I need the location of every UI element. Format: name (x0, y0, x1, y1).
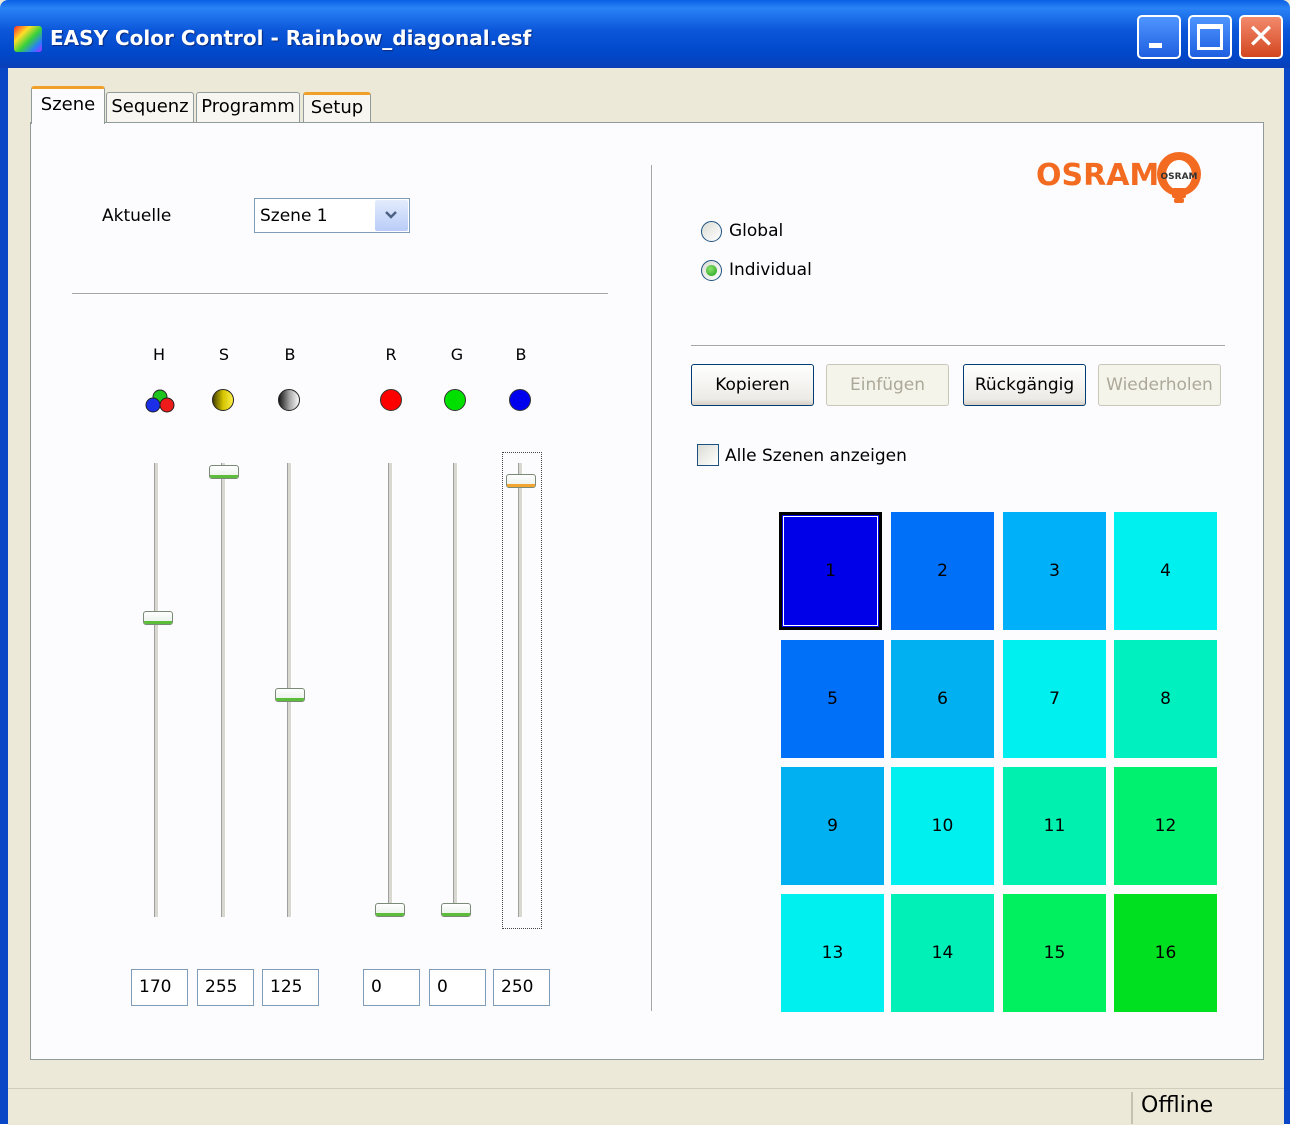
show-all-scenes-label: Alle Szenen anzeigen (725, 446, 907, 466)
close-icon: ✕ (1246, 17, 1276, 57)
maximize-button[interactable] (1188, 15, 1232, 59)
title-bar[interactable]: EASY Color Control - Rainbow_diagonal.es… (0, 0, 1290, 68)
scene-tile-1[interactable]: 1 (779, 512, 882, 630)
current-scene-value: Szene 1 (260, 206, 328, 226)
svg-text:OSRAM: OSRAM (1161, 172, 1198, 182)
scene-tile-2[interactable]: 2 (891, 512, 994, 630)
window-title: EASY Color Control - Rainbow_diagonal.es… (50, 26, 532, 50)
tab-szene[interactable]: Szene (31, 86, 105, 124)
copy-button[interactable]: Kopieren (691, 364, 814, 406)
tab-sequenz[interactable]: Sequenz (106, 92, 194, 122)
brightness-icon (278, 389, 300, 411)
hue-icon (145, 389, 175, 413)
blue-slider-thumb[interactable] (506, 474, 536, 488)
connection-status: Offline (1141, 1093, 1214, 1118)
scene-tile-10[interactable]: 10 (891, 767, 994, 885)
status-separator (1131, 1092, 1133, 1124)
individual-radio[interactable] (701, 260, 722, 281)
panel-divider (651, 165, 653, 1011)
red-icon (380, 389, 402, 411)
app-icon (14, 26, 42, 52)
channel-label-g: G (450, 345, 464, 364)
channel-label-s: S (218, 345, 230, 364)
window-frame-left (0, 68, 8, 1124)
brightness-slider-thumb[interactable] (275, 688, 305, 702)
scene-tile-3[interactable]: 3 (1003, 512, 1106, 630)
scene-tile-7[interactable]: 7 (1003, 640, 1106, 758)
saturation-value-field[interactable]: 255 (197, 969, 254, 1006)
blue-value-field[interactable]: 250 (493, 969, 550, 1006)
current-scene-label: Aktuelle (102, 206, 172, 226)
individual-radio-label: Individual (729, 260, 812, 280)
osram-bulb-icon: OSRAM (1157, 152, 1201, 203)
saturation-slider-thumb[interactable] (209, 465, 239, 479)
saturation-icon (212, 389, 234, 411)
scene-tile-15[interactable]: 15 (1003, 894, 1106, 1012)
channel-label-h: H (152, 345, 166, 364)
red-value-field[interactable]: 0 (363, 969, 420, 1006)
global-radio[interactable] (701, 221, 722, 242)
scene-tile-11[interactable]: 11 (1003, 767, 1106, 885)
close-button[interactable]: ✕ (1239, 15, 1283, 59)
hue-slider-track[interactable] (154, 463, 159, 917)
app-window: EASY Color Control - Rainbow_diagonal.es… (0, 0, 1290, 1125)
scene-tile-12[interactable]: 12 (1114, 767, 1217, 885)
green-slider-track[interactable] (453, 463, 458, 917)
paste-button[interactable]: Einfügen (826, 364, 949, 406)
channel-label-b: B (284, 345, 296, 364)
radio-selected-dot (706, 265, 717, 276)
hue-value-field[interactable]: 170 (131, 969, 188, 1006)
blue-icon (509, 389, 531, 411)
channel-label-blue: B (515, 345, 527, 364)
show-all-scenes-checkbox[interactable] (697, 444, 719, 466)
redo-button[interactable]: Wiederholen (1098, 364, 1221, 406)
right-divider (691, 345, 1225, 347)
green-value-field[interactable]: 0 (429, 969, 486, 1006)
scene-tile-16[interactable]: 16 (1114, 894, 1217, 1012)
red-slider-track[interactable] (388, 463, 393, 917)
current-scene-dropdown[interactable]: Szene 1 (254, 198, 410, 233)
chevron-down-icon (385, 211, 397, 219)
scene-tile-4[interactable]: 4 (1114, 512, 1217, 630)
channel-label-r: R (385, 345, 397, 364)
green-slider-thumb[interactable] (441, 903, 471, 917)
status-bar (8, 1088, 1284, 1125)
scene-tile-6[interactable]: 6 (891, 640, 994, 758)
maximize-icon (1197, 24, 1223, 50)
tab-setup[interactable]: Setup (303, 92, 371, 122)
undo-button[interactable]: Rückgängig (963, 364, 1086, 406)
saturation-slider-track[interactable] (221, 463, 226, 917)
global-radio-label: Global (729, 221, 784, 241)
green-icon (444, 389, 466, 411)
dropdown-button[interactable] (375, 200, 408, 231)
osram-logo-text: OSRAM (1036, 158, 1160, 193)
brightness-value-field[interactable]: 125 (262, 969, 319, 1006)
scene-tile-14[interactable]: 14 (891, 894, 994, 1012)
scene-tile-5[interactable]: 5 (781, 640, 884, 758)
tab-programm[interactable]: Programm (196, 92, 300, 122)
scene-tile-8[interactable]: 8 (1114, 640, 1217, 758)
blue-slider-track[interactable] (518, 463, 523, 917)
minimize-icon (1149, 43, 1162, 48)
scene-tile-9[interactable]: 9 (781, 767, 884, 885)
left-divider (72, 293, 608, 295)
red-slider-thumb[interactable] (375, 903, 405, 917)
hue-slider-thumb[interactable] (143, 611, 173, 625)
scene-tile-13[interactable]: 13 (781, 894, 884, 1012)
minimize-button[interactable] (1137, 15, 1181, 59)
window-frame-right (1284, 68, 1290, 1124)
